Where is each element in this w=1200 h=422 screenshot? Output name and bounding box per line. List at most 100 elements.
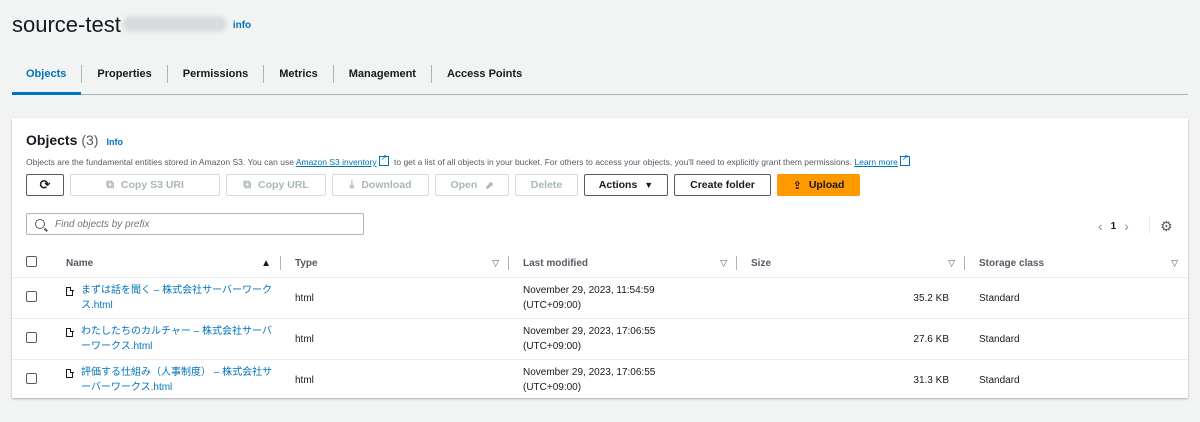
bucket-tabs: Objects Properties Permissions Metrics M… bbox=[12, 54, 1188, 95]
open-label: Open bbox=[450, 179, 478, 191]
table-row[interactable]: まずは話を聞く – 株式会社サーバーワークス.html html Novembe… bbox=[12, 277, 1188, 319]
copy-icon: ⧉ bbox=[106, 178, 114, 191]
column-size[interactable]: Size ▽ bbox=[737, 249, 965, 278]
tab-properties[interactable]: Properties bbox=[82, 65, 168, 83]
objects-table: Name ▲ Type ▽ Last modified ▽ Size ▽ Storage… bbox=[12, 249, 1188, 401]
upload-label: Upload bbox=[808, 179, 845, 191]
file-icon bbox=[66, 327, 74, 337]
desc-text-2: to get a list of all objects in your buc… bbox=[394, 157, 853, 167]
object-name-link[interactable]: まずは話を聞く – 株式会社サーバーワークス.html bbox=[81, 283, 281, 313]
objects-info-link[interactable]: Info bbox=[106, 137, 123, 147]
file-icon bbox=[66, 368, 74, 378]
object-last-modified: November 29, 2023, 17:06:55 (UTC+09:00) bbox=[523, 367, 656, 393]
column-type[interactable]: Type ▽ bbox=[281, 249, 509, 278]
select-all-header bbox=[12, 249, 52, 278]
copy-icon: ⧉ bbox=[243, 178, 252, 191]
bucket-name: source-test bbox=[12, 12, 121, 37]
sort-icon[interactable]: ▽ bbox=[720, 258, 727, 269]
tab-permissions[interactable]: Permissions bbox=[168, 65, 265, 83]
column-type-label: Type bbox=[295, 257, 318, 269]
file-icon bbox=[66, 286, 74, 296]
tab-metrics[interactable]: Metrics bbox=[264, 65, 334, 83]
row-checkbox[interactable] bbox=[26, 291, 37, 302]
actions-dropdown[interactable]: Actions ▼ bbox=[584, 174, 668, 196]
pager-divider bbox=[1149, 216, 1150, 234]
desc-text-1: Objects are the fundamental entities sto… bbox=[26, 157, 294, 167]
column-storage-class-label: Storage class bbox=[979, 257, 1045, 269]
external-link-icon bbox=[378, 153, 389, 166]
sort-icon[interactable]: ▽ bbox=[492, 258, 499, 269]
copy-s3-uri-label: Copy S3 URI bbox=[120, 179, 184, 191]
actions-label: Actions bbox=[598, 179, 638, 191]
current-page[interactable]: 1 bbox=[1111, 221, 1117, 232]
column-storage-class[interactable]: Storage class ▽ bbox=[965, 249, 1188, 278]
objects-heading: Objects (3) Info bbox=[26, 132, 1174, 148]
row-checkbox[interactable] bbox=[26, 373, 37, 384]
external-link-icon: ⬈ bbox=[484, 179, 494, 192]
search-box[interactable] bbox=[26, 213, 364, 235]
object-size: 35.2 KB bbox=[737, 277, 965, 319]
table-row[interactable]: わたしたちのカルチャー – 株式会社サーバーワークス.html html Nov… bbox=[12, 318, 1188, 360]
object-last-modified: November 29, 2023, 11:54:59 (UTC+09:00) bbox=[523, 285, 655, 311]
object-type: html bbox=[281, 277, 509, 319]
upload-icon: ⇪ bbox=[792, 179, 802, 192]
objects-panel: Objects (3) Info Objects are the fundame… bbox=[12, 118, 1188, 401]
search-icon bbox=[35, 219, 45, 229]
row-checkbox[interactable] bbox=[26, 332, 37, 343]
s3-inventory-link[interactable]: Amazon S3 inventory bbox=[296, 157, 377, 167]
caret-down-icon: ▼ bbox=[644, 180, 654, 190]
create-folder-button[interactable]: Create folder bbox=[674, 174, 771, 196]
sort-icon[interactable]: ▽ bbox=[1171, 258, 1178, 269]
table-row[interactable]: 評価する仕組み（人事制度） – 株式会社サーバーワークス.html html N… bbox=[12, 359, 1188, 401]
delete-button[interactable]: Delete bbox=[515, 174, 578, 196]
column-last-modified[interactable]: Last modified ▽ bbox=[509, 249, 737, 278]
bucket-info-link[interactable]: info bbox=[233, 20, 251, 31]
object-last-modified: November 29, 2023, 17:06:55 (UTC+09:00) bbox=[523, 326, 656, 352]
redacted-bucket-suffix bbox=[122, 16, 227, 32]
copy-url-label: Copy URL bbox=[258, 179, 309, 191]
object-size: 31.3 KB bbox=[737, 359, 965, 401]
open-button[interactable]: Open ⬈ bbox=[435, 174, 509, 196]
column-last-modified-label: Last modified bbox=[523, 257, 589, 269]
download-icon: ⤓ bbox=[349, 178, 355, 191]
external-link-icon bbox=[899, 153, 910, 166]
search-input[interactable] bbox=[53, 217, 357, 231]
object-storage-class: Standard bbox=[965, 318, 1188, 360]
tab-management[interactable]: Management bbox=[334, 65, 432, 83]
create-folder-label: Create folder bbox=[690, 179, 755, 191]
copy-s3-uri-button[interactable]: ⧉ Copy S3 URI bbox=[70, 174, 220, 196]
column-name-label: Name bbox=[66, 257, 94, 269]
refresh-icon: ⟳ bbox=[39, 177, 51, 192]
gear-icon[interactable]: ⚙ bbox=[1160, 218, 1173, 235]
objects-count: (3) bbox=[81, 132, 99, 148]
upload-button[interactable]: ⇪ Upload bbox=[777, 174, 860, 196]
object-storage-class: Standard bbox=[965, 359, 1188, 401]
object-name-link[interactable]: わたしたちのカルチャー – 株式会社サーバーワークス.html bbox=[81, 324, 281, 354]
refresh-button[interactable]: ⟳ bbox=[26, 174, 64, 196]
sort-ascending-icon[interactable]: ▲ bbox=[261, 258, 271, 269]
objects-description: Objects are the fundamental entities sto… bbox=[26, 153, 1174, 167]
download-button[interactable]: ⤓ Download bbox=[332, 174, 429, 196]
copy-url-button[interactable]: ⧉ Copy URL bbox=[226, 174, 326, 196]
objects-toolbar: ⟳ ⧉ Copy S3 URI ⧉ Copy URL ⤓ Download Open ⬈… bbox=[26, 174, 860, 196]
learn-more-link[interactable]: Learn more bbox=[854, 157, 897, 167]
column-name[interactable]: Name ▲ bbox=[52, 249, 281, 278]
column-size-label: Size bbox=[751, 257, 772, 269]
object-storage-class: Standard bbox=[965, 277, 1188, 319]
object-size: 27.6 KB bbox=[737, 318, 965, 360]
object-name-link[interactable]: 評価する仕組み（人事制度） – 株式会社サーバーワークス.html bbox=[81, 365, 281, 395]
next-page-icon[interactable]: › bbox=[1124, 218, 1129, 234]
tab-objects[interactable]: Objects bbox=[12, 65, 83, 95]
object-type: html bbox=[281, 318, 509, 360]
tab-access-points[interactable]: Access Points bbox=[432, 65, 537, 83]
download-label: Download bbox=[361, 179, 412, 191]
delete-label: Delete bbox=[530, 179, 563, 191]
objects-title: Objects bbox=[26, 132, 78, 148]
sort-icon[interactable]: ▽ bbox=[948, 258, 955, 269]
select-all-checkbox[interactable] bbox=[26, 256, 37, 267]
prev-page-icon[interactable]: ‹ bbox=[1098, 218, 1103, 234]
bucket-title-row: source-test info bbox=[12, 12, 251, 38]
object-type: html bbox=[281, 359, 509, 401]
table-header-row: Name ▲ Type ▽ Last modified ▽ Size ▽ Storage… bbox=[12, 249, 1188, 278]
pagination: ‹ 1 › bbox=[1090, 218, 1137, 234]
